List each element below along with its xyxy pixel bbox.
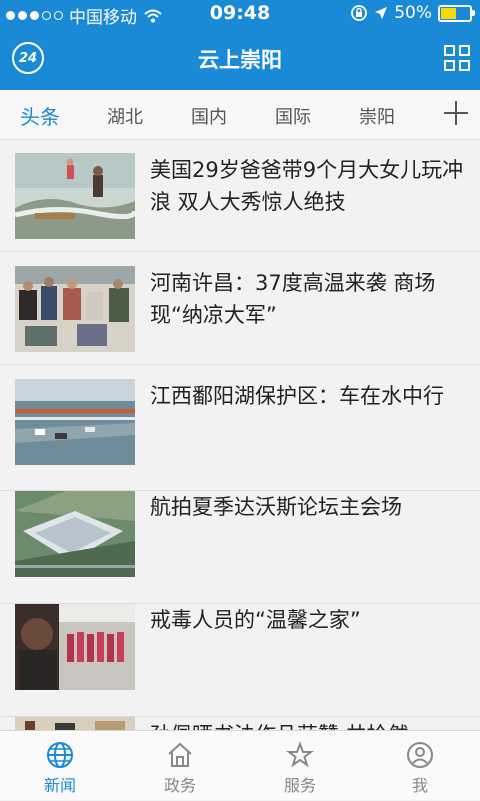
add-tab-icon[interactable] [442,98,470,128]
news-thumbnail [15,153,135,239]
home-icon [168,742,192,767]
news-thumbnail [15,717,135,730]
tab-headlines[interactable]: 头条 [20,101,60,130]
news-item[interactable]: 江西鄱阳湖保护区：车在水中行 [0,365,480,491]
nav-news[interactable]: 新闻 [0,731,120,801]
news-feed[interactable]: 美国29岁爸爸带9个月大女儿玩冲浪 双人大秀惊人绝技 河南许昌：37度高温来袭 … [0,140,480,730]
nav-services-label: 服务 [283,776,316,795]
battery-icon [438,4,475,22]
battery-percent: 50% [394,3,432,23]
tab-hubei[interactable]: 湖北 [107,103,143,129]
grid-menu-icon[interactable] [444,45,470,71]
globe-icon [47,742,73,768]
rotation-lock-icon [351,5,368,21]
user-icon [407,742,433,768]
tab-chongyang[interactable]: 崇阳 [359,103,395,129]
news-item[interactable]: 戒毒人员的“温馨之家” [0,604,480,717]
news-item[interactable]: 航拍夏季达沃斯论坛主会场 [0,491,480,604]
news-thumbnail [15,491,135,577]
bottom-navigation: 新闻 政务 服务 我 [0,730,480,800]
app-header: 24 云上崇阳 [0,28,480,90]
news-thumbnail [15,266,135,352]
tab-domestic[interactable]: 国内 [191,103,227,129]
nav-me-label: 我 [411,776,428,795]
status-bar: 中国移动 09:48 50% [0,0,480,28]
news-item[interactable]: 孙佩晒书法作品获赞 共抢然 [0,717,480,730]
news-headline: 江西鄱阳湖保护区：车在水中行 [150,384,444,408]
nav-services[interactable]: 服务 [240,731,360,801]
nav-news-label: 新闻 [43,776,76,795]
news-item[interactable]: 河南许昌：37度高温来袭 商场现“纳凉大军” [0,252,480,365]
nav-me[interactable]: 我 [360,731,480,801]
news-headline: 孙佩晒书法作品获赞 共抢然 [150,719,466,730]
nav-government-label: 政务 [163,776,196,795]
news-thumbnail [15,379,135,465]
star-icon [286,741,314,768]
news-headline: 航拍夏季达沃斯论坛主会场 [150,495,402,519]
news-thumbnail [15,604,135,690]
news-headline: 河南许昌：37度高温来袭 商场现“纳凉大军” [150,271,436,327]
category-tabs: 头条 湖北 国内 国际 崇阳 [0,90,480,140]
news-headline: 戒毒人员的“温馨之家” [150,608,361,632]
news-headline: 美国29岁爸爸带9个月大女儿玩冲浪 双人大秀惊人绝技 [150,158,464,214]
tab-international[interactable]: 国际 [275,103,311,129]
location-icon [375,7,388,19]
nav-government[interactable]: 政务 [120,731,240,801]
news-item[interactable]: 美国29岁爸爸带9个月大女儿玩冲浪 双人大秀惊人绝技 [0,140,480,252]
page-title: 云上崇阳 [198,48,282,72]
